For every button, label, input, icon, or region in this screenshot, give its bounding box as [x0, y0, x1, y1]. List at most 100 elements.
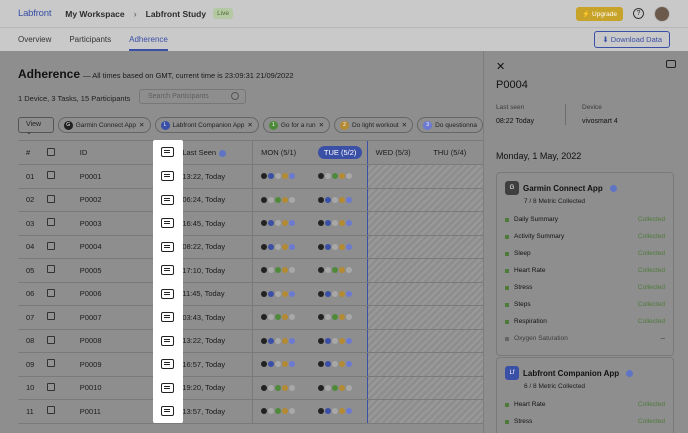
note-icon[interactable]	[161, 406, 174, 416]
filter-bar: View ⌄ G Garmin Connect App ✕ L Labfront C…	[18, 117, 483, 136]
participant-id-cell[interactable]: P0004	[74, 242, 147, 251]
participant-id-cell[interactable]: P0011	[74, 407, 147, 416]
table-row[interactable]: 09 P0009 16:57, Today	[18, 353, 484, 377]
col-header-last-seen[interactable]: Last Seen	[176, 148, 252, 157]
mon-adherence-cell[interactable]	[252, 259, 310, 282]
close-icon[interactable]: ✕	[496, 60, 505, 73]
note-icon[interactable]	[161, 241, 174, 252]
tue-adherence-cell[interactable]	[310, 282, 368, 305]
tue-adherence-cell[interactable]	[310, 376, 368, 399]
row-checkbox[interactable]	[47, 335, 56, 344]
row-checkbox[interactable]	[47, 241, 56, 250]
note-icon[interactable]	[161, 147, 174, 157]
participant-id-cell[interactable]: P0003	[74, 219, 147, 228]
mon-adherence-cell[interactable]	[252, 282, 310, 305]
mon-adherence-cell[interactable]	[252, 400, 310, 423]
breadcrumb-study[interactable]: Labfront Study	[146, 9, 206, 19]
row-checkbox[interactable]	[47, 406, 56, 415]
row-select	[47, 382, 74, 393]
row-checkbox[interactable]	[47, 171, 56, 180]
tue-adherence-cell[interactable]	[310, 212, 368, 235]
participant-id-cell[interactable]: P0002	[74, 195, 147, 204]
info-icon[interactable]	[609, 184, 617, 192]
mon-adherence-cell[interactable]	[252, 165, 310, 188]
mon-adherence-cell[interactable]	[252, 188, 310, 211]
chip-label: Labfront Companion App	[172, 121, 245, 129]
mon-adherence-cell[interactable]	[252, 306, 310, 329]
note-icon[interactable]	[161, 359, 174, 369]
info-icon[interactable]	[219, 149, 227, 157]
tab-participants[interactable]: Participants	[69, 35, 111, 51]
col-header-id[interactable]: ID	[74, 148, 147, 157]
table-row[interactable]: 08 P0008 13:22, Today	[18, 329, 484, 353]
table-row[interactable]: 02 P0002 06:24, Today	[18, 188, 484, 212]
download-data-button[interactable]: ⬇ Download Data	[594, 31, 670, 48]
note-icon[interactable]	[666, 60, 676, 68]
adherence-dot	[289, 220, 296, 227]
filter-chip-garmin[interactable]: G Garmin Connect App ✕	[57, 117, 151, 133]
info-icon[interactable]	[626, 369, 634, 377]
table-row[interactable]: 01 P0001 13:22, Today	[18, 165, 484, 189]
status-square-icon	[505, 402, 509, 407]
breadcrumb-workspace[interactable]: My Workspace	[65, 9, 124, 19]
table-row[interactable]: 05 P0005 17:10, Today	[18, 259, 484, 283]
mon-adherence-cell[interactable]	[252, 353, 310, 376]
participant-id-cell[interactable]: P0007	[74, 313, 147, 322]
note-icon[interactable]	[161, 335, 174, 346]
row-checkbox[interactable]	[47, 312, 56, 321]
note-icon[interactable]	[161, 265, 174, 275]
tue-adherence-cell[interactable]	[310, 306, 368, 329]
tue-adherence-cell[interactable]	[310, 329, 368, 352]
filter-chip-labfront[interactable]: L Labfront Companion App ✕	[154, 117, 259, 133]
search-icon[interactable]	[231, 92, 239, 100]
select-all-checkbox[interactable]	[47, 147, 56, 156]
tue-adherence-cell[interactable]	[310, 353, 368, 376]
table-row[interactable]: 04 P0004 08:22, Today	[18, 235, 484, 259]
tue-adherence-cell[interactable]	[310, 400, 368, 423]
tue-adherence-cell[interactable]	[310, 165, 368, 188]
tab-overview[interactable]: Overview	[18, 35, 51, 51]
metric-row: Daily Summary Collected	[505, 211, 665, 228]
participant-id-cell[interactable]: P0009	[74, 360, 147, 369]
participant-id-cell[interactable]: P0008	[74, 336, 147, 345]
row-checkbox[interactable]	[47, 218, 56, 227]
row-checkbox[interactable]	[47, 265, 56, 274]
note-icon[interactable]	[161, 194, 174, 205]
participant-id-cell[interactable]: P0005	[74, 266, 147, 275]
note-icon[interactable]	[161, 382, 174, 393]
participant-id-cell[interactable]: P0006	[74, 289, 147, 298]
note-icon[interactable]	[161, 312, 174, 322]
view-dropdown[interactable]: View ⌄	[18, 117, 54, 136]
table-row[interactable]: 07 P0007 03:43, Today	[18, 306, 484, 330]
search-input[interactable]: Search Participants	[139, 89, 246, 104]
tue-adherence-cell[interactable]	[310, 188, 368, 211]
table-row[interactable]: 03 P0003 16:45, Today	[18, 212, 484, 236]
row-checkbox[interactable]	[47, 288, 56, 297]
tue-adherence-cell[interactable]	[310, 259, 368, 282]
row-checkbox[interactable]	[47, 382, 56, 391]
table-row[interactable]: 10 P0010 19:20, Today	[18, 376, 484, 400]
participant-id-cell[interactable]: P0001	[74, 172, 147, 181]
mon-adherence-cell[interactable]	[252, 376, 310, 399]
help-icon[interactable]: ?	[633, 8, 644, 19]
mon-adherence-cell[interactable]	[252, 212, 310, 235]
table-row[interactable]: 11 P0011 13:57, Today	[18, 400, 484, 424]
mon-adherence-cell[interactable]	[252, 329, 310, 352]
tue-adherence-cell[interactable]	[310, 235, 368, 258]
row-checkbox[interactable]	[47, 359, 56, 368]
filter-chip-task-1[interactable]: 1 Go for a run ✕	[262, 117, 331, 133]
table-row[interactable]: 06 P0006 11:45, Today	[18, 282, 484, 306]
filter-chip-task-2[interactable]: 2 Do light workout ✕	[334, 117, 414, 133]
brand-logo[interactable]: Labfront	[18, 8, 51, 19]
mon-adherence-cell[interactable]	[252, 235, 310, 258]
avatar[interactable]	[654, 5, 670, 22]
row-checkbox[interactable]	[47, 194, 56, 203]
last-seen-cell: 17:10, Today	[182, 265, 226, 275]
upgrade-button[interactable]: ⚡ Upgrade	[576, 6, 623, 21]
tab-adherence[interactable]: Adherence	[129, 35, 168, 51]
note-icon[interactable]	[161, 218, 174, 228]
note-icon[interactable]	[161, 288, 174, 299]
participant-id-cell[interactable]: P0010	[74, 383, 147, 392]
filter-chip-task-3[interactable]: 3 Do questionna	[417, 117, 483, 133]
note-icon[interactable]	[161, 171, 174, 181]
